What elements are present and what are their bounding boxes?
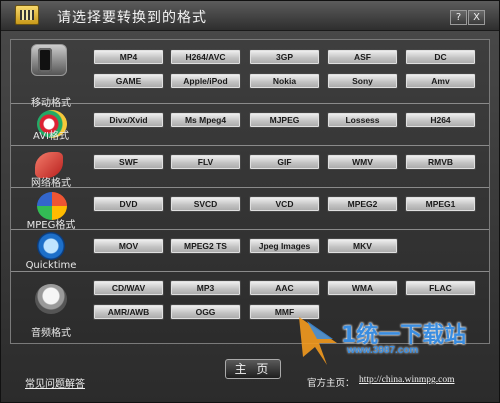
category-row-mpeg: MPEG格式 DVD SVCD VCD MPEG2 MPEG1 (11, 188, 489, 231)
format-button-mpeg1[interactable]: MPEG1 (405, 196, 476, 212)
format-button-mpeg2-ts[interactable]: MPEG2 TS (170, 238, 241, 254)
format-button-lossess[interactable]: Lossess (327, 112, 398, 128)
category-audio: 音频格式 (15, 272, 87, 341)
format-button-divx-xvid[interactable]: Divx/Xvid (93, 112, 164, 128)
format-button-aac[interactable]: AAC (249, 280, 320, 296)
footer: 常见问题解答 主 页 官方主页： http://china.winmpg.com (1, 351, 499, 401)
speaker-icon (35, 284, 67, 314)
category-row-quicktime: Quicktime MOV MPEG2 TS Jpeg Images MKV (11, 230, 489, 272)
format-button-apple-ipod[interactable]: Apple/iPod (170, 73, 241, 89)
official-site-label: 官方主页： (307, 378, 355, 389)
category-web: 网络格式 (15, 146, 87, 189)
title-bar: 请选择要转换到的格式 ? X (1, 1, 499, 31)
format-button-dc[interactable]: DC (405, 49, 476, 65)
help-button[interactable]: ? (450, 10, 467, 25)
format-button-wmv[interactable]: WMV (327, 154, 398, 170)
format-button-nokia[interactable]: Nokia (249, 73, 320, 89)
format-button-h264-avc[interactable]: H264/AVC (170, 49, 241, 65)
format-button-mmf[interactable]: MMF (249, 304, 320, 320)
format-button-3gp[interactable]: 3GP (249, 49, 320, 65)
format-button-h264[interactable]: H264 (405, 112, 476, 128)
format-button-mov[interactable]: MOV (93, 238, 164, 254)
category-mpeg: MPEG格式 (15, 188, 87, 231)
window-title: 请选择要转换到的格式 (57, 10, 207, 26)
category-avi: AVI格式 (15, 104, 87, 145)
format-button-amr-awb[interactable]: AMR/AWB (93, 304, 164, 320)
format-button-flac[interactable]: FLAC (405, 280, 476, 296)
format-button-mp3[interactable]: MP3 (170, 280, 241, 296)
category-row-web: 网络格式 SWF FLV GIF WMV RMVB (11, 146, 489, 189)
app-film-icon (15, 5, 39, 25)
format-button-mjpeg[interactable]: MJPEG (249, 112, 320, 128)
home-button[interactable]: 主 页 (225, 359, 281, 379)
format-button-gif[interactable]: GIF (249, 154, 320, 170)
category-row-mobile: 移动格式 MP4 H264/AVC 3GP ASF DC GAME Apple/iPod Nok… (11, 40, 489, 109)
format-button-svcd[interactable]: SVCD (170, 196, 241, 212)
category-mobile: 移动格式 (15, 40, 87, 109)
faq-link[interactable]: 常见问题解答 (25, 375, 85, 390)
format-button-cd-wav[interactable]: CD/WAV (93, 280, 164, 296)
format-button-mp4[interactable]: MP4 (93, 49, 164, 65)
mobile-phone-icon (31, 44, 67, 76)
format-button-swf[interactable]: SWF (93, 154, 164, 170)
category-row-avi: AVI格式 Divx/Xvid Ms Mpeg4 MJPEG Lossess H264 (11, 104, 489, 146)
format-panel: 移动格式 MP4 H264/AVC 3GP ASF DC GAME Apple/iPod Nok… (10, 39, 490, 344)
format-button-vcd[interactable]: VCD (249, 196, 320, 212)
format-button-amv[interactable]: Amv (405, 73, 476, 89)
format-button-dvd[interactable]: DVD (93, 196, 164, 212)
format-button-mpeg2[interactable]: MPEG2 (327, 196, 398, 212)
format-button-ogg[interactable]: OGG (170, 304, 241, 320)
close-button[interactable]: X (468, 10, 485, 25)
category-label-quicktime: Quicktime (25, 260, 77, 271)
category-label-mpeg: MPEG格式 (26, 220, 76, 231)
category-label-audio: 音频格式 (31, 328, 71, 339)
official-site-link[interactable]: http://china.winmpg.com (359, 375, 455, 385)
format-button-ms-mpeg4[interactable]: Ms Mpeg4 (170, 112, 241, 128)
format-button-game[interactable]: GAME (93, 73, 164, 89)
format-button-flv[interactable]: FLV (170, 154, 241, 170)
category-quicktime: Quicktime (15, 230, 87, 271)
category-label-web: 网络格式 (31, 178, 71, 189)
format-button-jpeg-images[interactable]: Jpeg Images (249, 238, 320, 254)
format-button-asf[interactable]: ASF (327, 49, 398, 65)
quicktime-icon (37, 232, 65, 260)
format-selection-window: 请选择要转换到的格式 ? X 移动格式 MP4 H264/AVC 3GP ASF DC GA… (0, 0, 500, 403)
category-row-audio: 音频格式 CD/WAV MP3 AAC WMA FLAC AMR/AWB OGG MMF (11, 272, 489, 341)
format-button-rmvb[interactable]: RMVB (405, 154, 476, 170)
category-label-avi: AVI格式 (33, 131, 69, 142)
format-button-mkv[interactable]: MKV (327, 238, 398, 254)
format-button-sony[interactable]: Sony (327, 73, 398, 89)
format-button-wma[interactable]: WMA (327, 280, 398, 296)
